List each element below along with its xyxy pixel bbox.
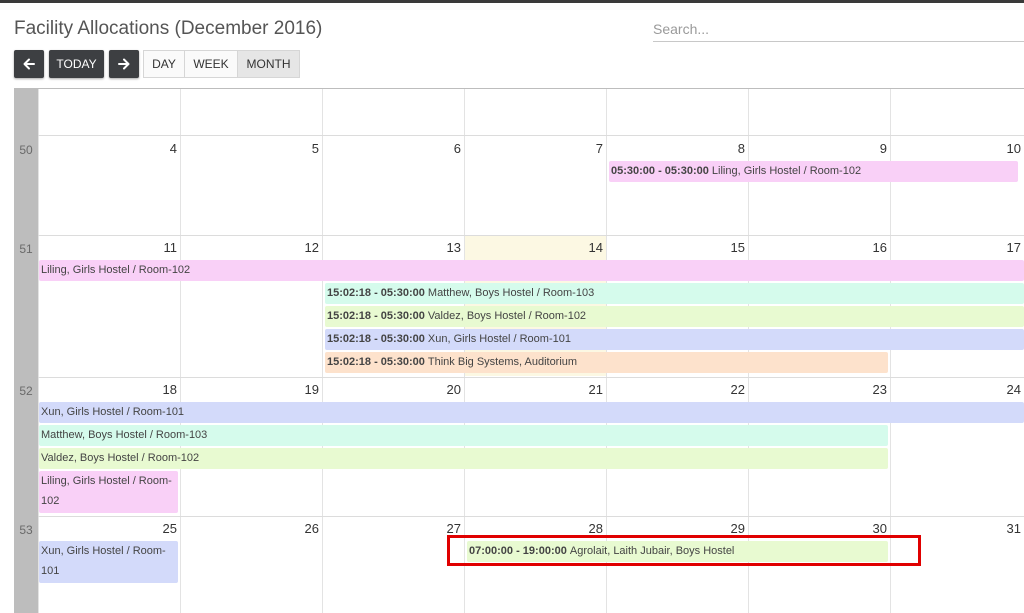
day-number[interactable]: 26 [181, 521, 319, 536]
day-number[interactable]: 11 [39, 240, 178, 255]
calendar-event[interactable]: Xun, Girls Hostel / Room-101 [39, 402, 1024, 423]
event-title: Matthew, Boys Hostel / Room-103 [41, 429, 208, 441]
day-number[interactable]: 5 [181, 141, 319, 156]
next-button[interactable] [109, 50, 139, 78]
calendar-event[interactable]: Xun, Girls Hostel / Room-101 [39, 541, 178, 583]
calendar-event[interactable]: 15:02:18 - 05:30:00 Valdez, Boys Hostel … [325, 306, 1024, 327]
search-box[interactable] [653, 18, 1024, 42]
day-number-today[interactable]: 14 [465, 240, 603, 255]
event-title: Xun, Girls Hostel / Room-101 [41, 545, 166, 577]
arrow-right-icon [118, 58, 130, 70]
day-number[interactable]: 22 [607, 382, 745, 397]
day-number[interactable]: 23 [749, 382, 887, 397]
event-title: Xun, Girls Hostel / Room-101 [427, 333, 571, 345]
week-view-button[interactable]: WEEK [184, 50, 238, 78]
week-number: 53 [19, 523, 33, 537]
day-number[interactable]: 13 [323, 240, 461, 255]
month-view-button[interactable]: MONTH [237, 50, 300, 78]
day-number[interactable]: 24 [883, 382, 1021, 397]
week-number: 52 [19, 384, 33, 398]
calendar-event[interactable]: Liling, Girls Hostel / Room-102 [39, 471, 178, 513]
day-number[interactable]: 20 [323, 382, 461, 397]
day-number[interactable]: 29 [607, 521, 745, 536]
arrow-left-icon [23, 58, 35, 70]
event-title: Liling, Girls Hostel / Room-102 [41, 264, 191, 276]
event-title: Agrolait, Laith Jubair, Boys Hostel [569, 545, 735, 557]
day-number[interactable]: 6 [323, 141, 461, 156]
day-number[interactable]: 21 [465, 382, 603, 397]
day-number[interactable]: 25 [39, 521, 177, 536]
day-number[interactable]: 15 [607, 240, 745, 255]
day-number[interactable]: 30 [749, 521, 887, 536]
event-time: 07:00:00 - 19:00:00 [469, 545, 570, 557]
event-title: Think Big Systems, Auditorium [427, 356, 578, 368]
calendar-event-highlighted[interactable]: 07:00:00 - 19:00:00 Agrolait, Laith Juba… [467, 541, 888, 562]
event-title: Matthew, Boys Hostel / Room-103 [427, 287, 595, 299]
day-number[interactable]: 19 [181, 382, 319, 397]
calendar-event[interactable]: 05:30:00 - 05:30:00 Liling, Girls Hostel… [609, 161, 1018, 182]
day-number[interactable]: 31 [883, 521, 1021, 536]
event-time: 05:30:00 - 05:30:00 [611, 165, 712, 177]
calendar-event[interactable]: 15:02:18 - 05:30:00 Xun, Girls Hostel / … [325, 329, 1024, 350]
previous-button[interactable] [14, 50, 44, 78]
event-time: 15:02:18 - 05:30:00 [327, 356, 428, 368]
day-view-button[interactable]: DAY [143, 50, 185, 78]
event-time: 15:02:18 - 05:30:00 [327, 287, 428, 299]
event-title: Xun, Girls Hostel / Room-101 [41, 406, 185, 418]
event-title: Valdez, Boys Hostel / Room-102 [41, 452, 200, 464]
event-time: 15:02:18 - 05:30:00 [327, 333, 428, 345]
day-number[interactable]: 16 [749, 240, 887, 255]
calendar-event[interactable]: Matthew, Boys Hostel / Room-103 [39, 425, 888, 446]
day-number[interactable]: 7 [465, 141, 603, 156]
day-number[interactable]: 17 [883, 240, 1021, 255]
calendar-event[interactable]: 15:02:18 - 05:30:00 Matthew, Boys Hostel… [325, 283, 1024, 304]
event-title: Valdez, Boys Hostel / Room-102 [427, 310, 587, 322]
page-title: Facility Allocations (December 2016) [14, 18, 323, 39]
event-time: 15:02:18 - 05:30:00 [327, 310, 428, 322]
top-shadow [0, 0, 1024, 3]
day-number[interactable]: 10 [883, 141, 1021, 156]
day-number[interactable]: 18 [39, 382, 177, 397]
day-number[interactable]: 27 [323, 521, 461, 536]
week-number: 51 [19, 242, 33, 256]
day-number[interactable]: 4 [39, 141, 177, 156]
event-title: Liling, Girls Hostel / Room-102 [41, 475, 172, 507]
calendar-event[interactable]: Liling, Girls Hostel / Room-102 [39, 260, 1024, 281]
search-input[interactable] [653, 18, 1024, 40]
day-number[interactable]: 9 [749, 141, 887, 156]
calendar-event[interactable]: Valdez, Boys Hostel / Room-102 [39, 448, 888, 469]
day-number[interactable]: 8 [607, 141, 745, 156]
event-title: Liling, Girls Hostel / Room-102 [711, 165, 862, 177]
today-button[interactable]: TODAY [49, 50, 104, 78]
week-number: 50 [19, 143, 33, 157]
month-calendar: 50 51 52 53 4 5 6 7 8 9 10 11 12 13 14 1… [14, 88, 1024, 613]
calendar-event[interactable]: 15:02:18 - 05:30:00 Think Big Systems, A… [325, 352, 888, 373]
day-number[interactable]: 12 [181, 240, 319, 255]
day-number[interactable]: 28 [465, 521, 603, 536]
